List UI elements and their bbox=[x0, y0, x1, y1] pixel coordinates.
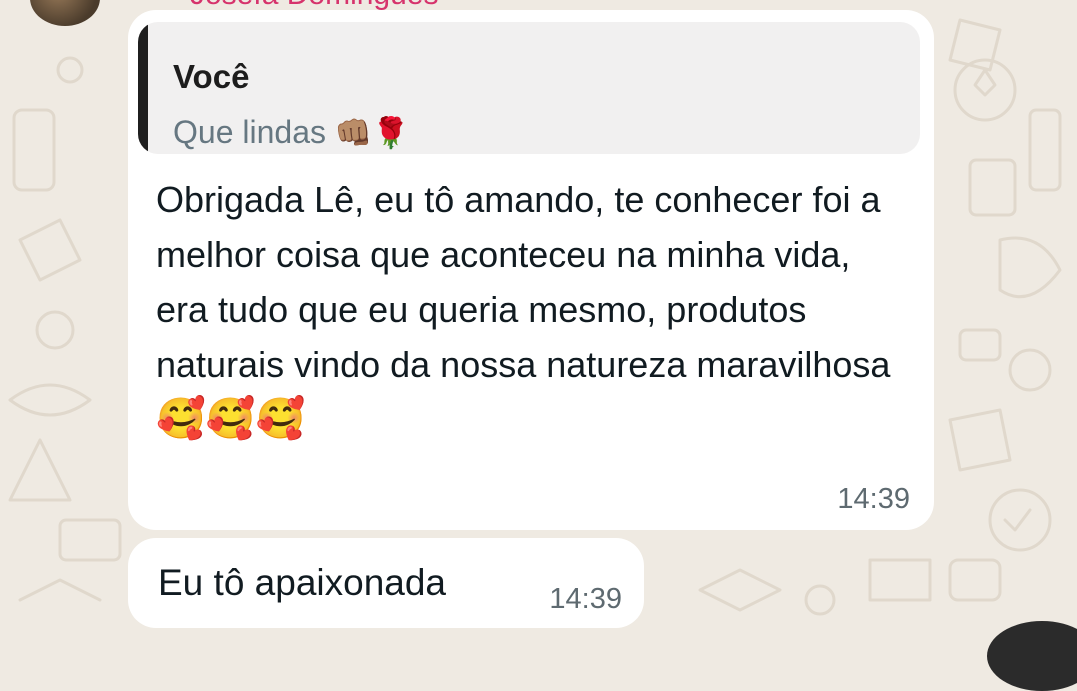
quoted-message[interactable]: Você Que lindas 👊🏽🌹 bbox=[138, 22, 920, 154]
message-text: Obrigada Lê, eu tô amando, te conhecer f… bbox=[156, 179, 891, 385]
message-text-second: Eu tô apaixonada bbox=[158, 562, 447, 603]
quote-text-line: Que lindas 👊🏽🌹 bbox=[173, 114, 410, 151]
quote-accent-bar bbox=[138, 22, 148, 154]
message-emojis: 🥰🥰🥰 bbox=[156, 397, 306, 441]
quote-author: Você bbox=[173, 58, 250, 95]
quote-text: Que lindas bbox=[173, 114, 326, 150]
quote-emojis: 👊🏽🌹 bbox=[334, 117, 410, 150]
message-timestamp-second: 14:39 bbox=[549, 583, 622, 615]
message-bubble-second[interactable]: Eu tô apaixonada 14:39 bbox=[128, 538, 644, 628]
message-text-block: Obrigada Lê, eu tô amando, te conhecer f… bbox=[156, 172, 896, 447]
message-timestamp: 14:39 bbox=[837, 483, 910, 515]
message-bubble[interactable]: Você Que lindas 👊🏽🌹 Obrigada Lê, eu tô a… bbox=[128, 10, 934, 530]
scroll-down-button[interactable] bbox=[987, 621, 1077, 691]
